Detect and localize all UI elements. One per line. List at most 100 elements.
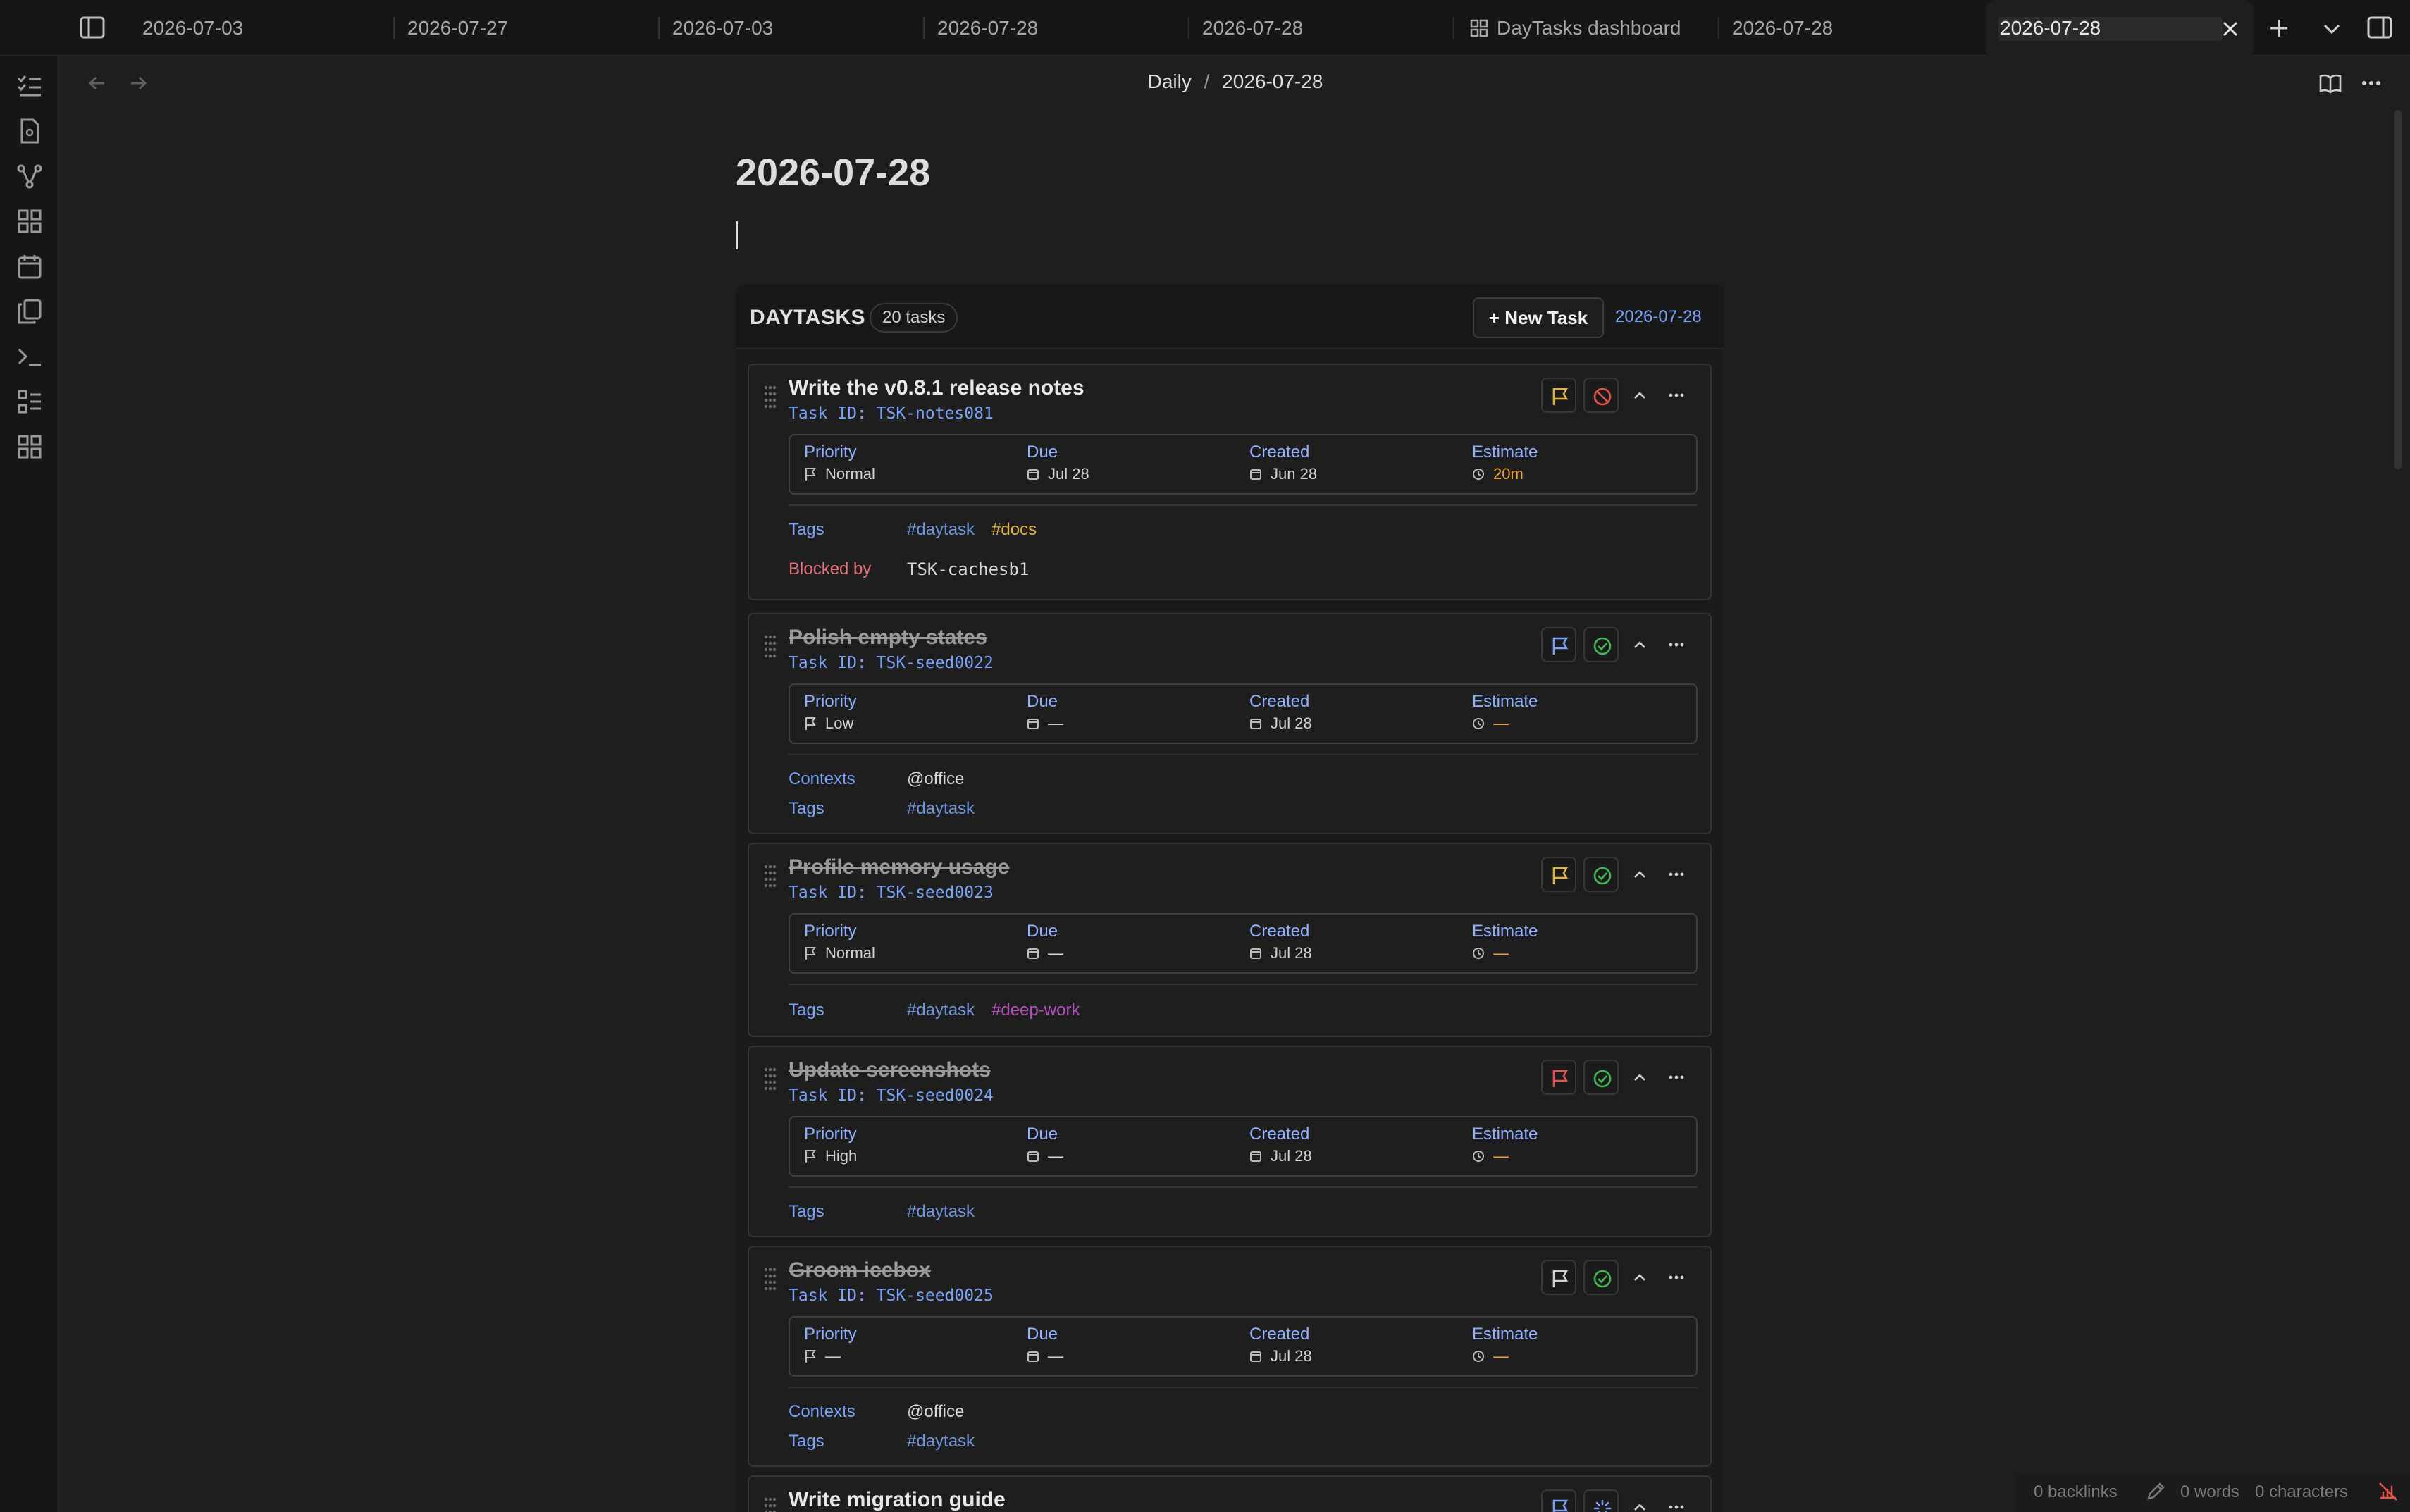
ribbon-tasks-button[interactable] [16,72,44,100]
task-card[interactable]: Polish empty states Task ID: TSK-seed002… [748,613,1712,834]
task-title[interactable]: Write the v0.8.1 release notes [789,376,1084,400]
tag[interactable]: #docs [991,520,1037,540]
collapse-button[interactable] [1624,857,1655,892]
contexts-value[interactable]: @office [907,769,964,789]
meta-priority[interactable]: Priority Normal [804,442,875,483]
task-menu-button[interactable] [1661,627,1692,662]
meta-due[interactable]: Due — [1027,1325,1063,1365]
tag[interactable]: #daytask [907,1000,975,1020]
new-task-button[interactable]: + New Task [1473,297,1604,338]
task-menu-button[interactable] [1661,1060,1692,1095]
meta-due[interactable]: Due — [1027,1124,1063,1165]
meta-priority[interactable]: Priority Low [804,692,857,733]
tag[interactable]: #daytask [907,799,975,819]
meta-estimate[interactable]: Estimate — [1472,1325,1538,1365]
task-menu-button[interactable] [1661,857,1692,892]
ribbon-blocks-button[interactable] [16,433,44,461]
drag-handle-icon[interactable] [763,634,777,659]
ribbon-copy-button[interactable] [16,297,44,326]
status-done-button[interactable] [1583,627,1619,662]
drag-handle-icon[interactable] [763,385,777,410]
task-card[interactable]: Profile memory usage Task ID: TSK-seed00… [748,843,1712,1037]
status-blocked-button[interactable] [1583,378,1619,413]
ribbon-graph-button[interactable] [16,162,44,190]
priority-flag-button[interactable] [1541,1060,1576,1095]
sidebar-toggle-button[interactable] [79,16,106,39]
breadcrumb-folder[interactable]: Daily [1148,70,1192,92]
meta-priority[interactable]: Priority High [804,1124,857,1165]
tab-3[interactable]: 2026-07-28 [923,0,1188,56]
drag-handle-icon[interactable] [763,1067,777,1092]
drag-handle-icon[interactable] [763,864,777,889]
note-title[interactable]: 2026-07-28 [736,151,930,194]
drag-handle-icon[interactable] [763,1267,777,1292]
meta-estimate[interactable]: Estimate — [1472,692,1538,733]
tag[interactable]: #daytask [907,520,975,540]
ribbon-calendar-button[interactable] [16,252,44,280]
drag-handle-icon[interactable] [763,1496,777,1512]
ribbon-terminal-button[interactable] [16,342,44,371]
tab-6[interactable]: 2026-07-28 [1718,0,1983,56]
backlinks-count[interactable]: 0 backlinks [2034,1482,2118,1502]
task-title[interactable]: Update screenshots [789,1058,991,1082]
meta-priority[interactable]: Priority Normal [804,922,875,962]
task-menu-button[interactable] [1661,378,1692,413]
meta-due[interactable]: Due Jul 28 [1027,442,1089,483]
meta-estimate[interactable]: Estimate 20m [1472,442,1538,483]
tab-4[interactable]: 2026-07-28 [1188,0,1453,56]
tab-1[interactable]: 2026-07-27 [393,0,658,56]
breadcrumb-note[interactable]: 2026-07-28 [1222,70,1323,92]
meta-due[interactable]: Due — [1027,922,1063,962]
right-sidebar-toggle-button[interactable] [2366,16,2393,39]
task-title[interactable]: Groom icebox [789,1258,931,1282]
task-card[interactable]: Write migration guide [748,1475,1712,1512]
status-done-button[interactable] [1583,1060,1619,1095]
collapse-button[interactable] [1624,378,1655,413]
ribbon-dashboard-button[interactable] [16,207,44,235]
task-title[interactable]: Write migration guide [789,1488,1006,1512]
reading-view-button[interactable] [2318,72,2342,94]
task-card[interactable]: Groom icebox Task ID: TSK-seed0025 Prior… [748,1246,1712,1467]
new-tab-button[interactable] [2268,17,2290,39]
collapse-button[interactable] [1624,1060,1655,1095]
collapse-button[interactable] [1624,1260,1655,1295]
sync-status-button[interactable] [2378,1481,2399,1507]
meta-estimate[interactable]: Estimate — [1472,1124,1538,1165]
priority-flag-button[interactable] [1541,1489,1576,1512]
meta-due[interactable]: Due — [1027,692,1063,733]
meta-priority[interactable]: Priority — [804,1325,857,1365]
close-tab-button[interactable] [2221,20,2239,38]
task-menu-button[interactable] [1661,1260,1692,1295]
status-in-progress-button[interactable] [1583,1489,1619,1512]
task-title[interactable]: Polish empty states [789,626,987,650]
scrollbar-thumb[interactable] [2394,110,2402,469]
task-card[interactable]: Update screenshots Task ID: TSK-seed0024… [748,1046,1712,1237]
status-done-button[interactable] [1583,1260,1619,1295]
contexts-value[interactable]: @office [907,1402,964,1422]
tab-list-button[interactable] [2321,20,2342,38]
priority-flag-button[interactable] [1541,1260,1576,1295]
ribbon-file-button[interactable] [16,117,44,145]
tab-5[interactable]: DayTasks dashboard [1453,0,1718,56]
collapse-button[interactable] [1624,1489,1655,1512]
task-menu-button[interactable] [1661,1489,1692,1512]
tag[interactable]: #deep-work [991,1000,1080,1020]
ribbon-list-button[interactable] [16,388,44,416]
more-options-button[interactable] [2359,72,2383,94]
collapse-button[interactable] [1624,627,1655,662]
status-done-button[interactable] [1583,857,1619,892]
priority-flag-button[interactable] [1541,857,1576,892]
meta-estimate[interactable]: Estimate — [1472,922,1538,962]
tab-0[interactable]: 2026-07-03 [128,0,393,56]
tag[interactable]: #daytask [907,1202,975,1222]
tab-2[interactable]: 2026-07-03 [658,0,923,56]
priority-flag-button[interactable] [1541,627,1576,662]
priority-flag-button[interactable] [1541,378,1576,413]
blocked-by-value[interactable]: TSK-cachesb1 [907,559,1029,579]
daytasks-date[interactable]: 2026-07-28 [1615,307,1702,327]
task-title[interactable]: Profile memory usage [789,855,1009,879]
tab-7-active[interactable]: 2026-07-28 [1986,0,2254,56]
task-card[interactable]: Write the v0.8.1 release notes Task ID: … [748,364,1712,600]
tag[interactable]: #daytask [907,1432,975,1451]
edit-mode-button[interactable] [2145,1481,2166,1507]
